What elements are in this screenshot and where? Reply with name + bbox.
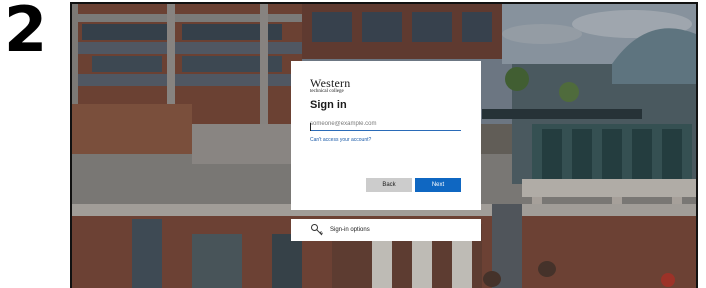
key-icon xyxy=(311,224,323,236)
back-button[interactable]: Back xyxy=(366,178,412,192)
screenshot-frame: Western technical college Sign in Can't … xyxy=(70,2,698,288)
college-logo-subtitle: technical college xyxy=(310,89,344,94)
step-number: 2 xyxy=(4,0,48,66)
signin-title: Sign in xyxy=(310,99,347,111)
page: 2 Western technical college Sign in some… xyxy=(0,0,706,288)
email-field[interactable] xyxy=(310,117,461,131)
next-button[interactable]: Next xyxy=(415,178,461,192)
cant-access-account-link[interactable]: Can't access your account? xyxy=(310,137,462,144)
signin-options-button[interactable]: Sign-in options xyxy=(291,219,481,241)
signin-options-label: Sign-in options xyxy=(330,227,370,233)
text-cursor xyxy=(310,123,311,131)
college-logo: Western xyxy=(310,76,351,90)
signin-dialog: Western technical college Sign in Can't … xyxy=(291,61,481,210)
